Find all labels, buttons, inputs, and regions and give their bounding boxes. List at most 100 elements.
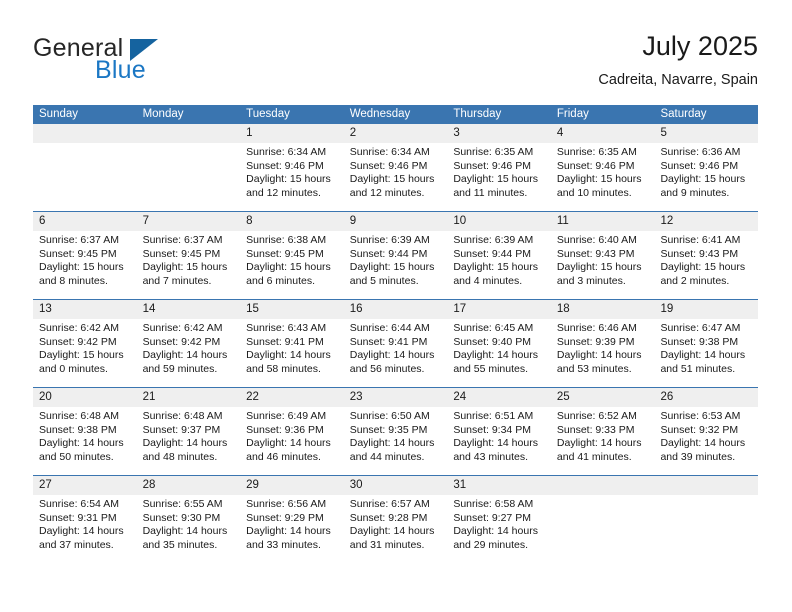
day-number[interactable]: 8 (240, 212, 344, 231)
day-sunset-text: Sunset: 9:41 PM (246, 335, 324, 348)
day-daylight-a-text: Daylight: 14 hours (453, 349, 538, 362)
day-sunrise-text: Sunrise: 6:42 AM (39, 322, 119, 334)
day-number[interactable]: 9 (344, 212, 448, 231)
weekday-header-friday: Friday (556, 108, 589, 120)
day-sunset-text: Sunset: 9:36 PM (246, 423, 324, 436)
day-sunrise-text: Sunrise: 6:54 AM (39, 498, 119, 510)
day-number[interactable]: 30 (344, 476, 448, 495)
day-number[interactable]: 24 (447, 388, 551, 407)
day-number[interactable]: 29 (240, 476, 344, 495)
day-sunset-text: Sunset: 9:42 PM (142, 335, 221, 348)
day-daylight-b-text: and 0 minutes. (39, 362, 108, 375)
day-number[interactable]: 15 (240, 300, 344, 319)
day-number[interactable]: 4 (551, 124, 655, 143)
day-body-strip: Sunrise: 6:48 AM Sunset: 9:38 PM Daylight:… (33, 407, 758, 475)
day-number[interactable]: 5 (654, 124, 758, 143)
day-number[interactable]: 11 (551, 212, 655, 231)
day-daylight-b-text: and 56 minutes. (349, 362, 425, 375)
weekday-header-wednesday: Wednesday (349, 108, 411, 120)
day-detail: Sunrise: 6:35 AM Sunset: 9:46 PM Daylight:… (447, 143, 551, 211)
day-number[interactable]: 19 (654, 300, 758, 319)
day-number[interactable]: 7 (137, 212, 241, 231)
day-number[interactable]: 13 (33, 300, 137, 319)
day-sunset-text: Sunset: 9:45 PM (246, 247, 324, 260)
day-number[interactable]: 21 (137, 388, 241, 407)
day-number[interactable]: 31 (447, 476, 551, 495)
weekday-header-row: Sunday Monday Tuesday Wednesday Thursday Frid… (33, 105, 758, 124)
day-daylight-a-text: Daylight: 14 hours (556, 437, 642, 450)
day-sunrise-text: Sunrise: 6:39 AM (349, 234, 430, 246)
day-sunrise-text: Sunrise: 6:50 AM (349, 410, 430, 422)
day-number[interactable]: 3 (447, 124, 551, 143)
day-sunset-text: Sunset: 9:42 PM (39, 335, 117, 348)
day-number[interactable]: 16 (344, 300, 448, 319)
weekday-header-tuesday: Tuesday (246, 108, 290, 120)
day-number[interactable]: 26 (654, 388, 758, 407)
general-blue-logo[interactable]: General Blue (33, 34, 253, 90)
day-daylight-a-text: Daylight: 15 hours (349, 173, 435, 186)
day-daylight-a-text: Daylight: 14 hours (660, 437, 746, 450)
day-number[interactable]: 10 (447, 212, 551, 231)
day-detail: Sunrise: 6:49 AM Sunset: 9:36 PM Daylight:… (240, 407, 344, 475)
day-sunset-text: Sunset: 9:46 PM (246, 159, 324, 172)
day-sunset-text: Sunset: 9:40 PM (453, 335, 531, 348)
day-number[interactable]: 23 (344, 388, 448, 407)
day-daylight-a-text: Daylight: 14 hours (453, 525, 538, 538)
day-number[interactable]: 17 (447, 300, 551, 319)
day-sunrise-text: Sunrise: 6:48 AM (39, 410, 119, 422)
day-number[interactable]: 20 (33, 388, 137, 407)
day-sunrise-text: Sunrise: 6:35 AM (556, 146, 637, 158)
day-number[interactable]: 1 (240, 124, 344, 143)
day-sunrise-text: Sunrise: 6:47 AM (660, 322, 741, 334)
day-sunrise-text: Sunrise: 6:48 AM (142, 410, 223, 422)
day-daylight-b-text: and 11 minutes. (453, 186, 528, 199)
day-number[interactable]: 12 (654, 212, 758, 231)
day-number[interactable]: 14 (137, 300, 241, 319)
calendar-table: Sunday Monday Tuesday Wednesday Thursday Frid… (33, 105, 758, 563)
day-number[interactable]: 2 (344, 124, 448, 143)
day-daylight-a-text: Daylight: 14 hours (660, 349, 746, 362)
day-daylight-b-text: and 2 minutes. (660, 274, 730, 287)
day-number-strip: 12345 (33, 124, 758, 143)
day-number[interactable]: 28 (137, 476, 241, 495)
day-daylight-b-text: and 59 minutes. (142, 362, 218, 375)
day-daylight-a-text: Daylight: 15 hours (246, 261, 331, 274)
day-sunset-text: Sunset: 9:43 PM (660, 247, 739, 260)
day-number[interactable]: 25 (551, 388, 655, 407)
day-sunset-text: Sunset: 9:45 PM (39, 247, 117, 260)
day-sunset-text: Sunset: 9:46 PM (453, 159, 531, 172)
day-detail: Sunrise: 6:34 AM Sunset: 9:46 PM Daylight:… (344, 143, 448, 211)
page-header: General Blue July 2025 Cadreita, Navarre… (33, 30, 758, 98)
day-daylight-b-text: and 9 minutes. (660, 186, 730, 199)
day-daylight-b-text: and 55 minutes. (453, 362, 529, 375)
day-daylight-a-text: Daylight: 15 hours (39, 261, 124, 274)
day-sunset-text: Sunset: 9:33 PM (556, 423, 635, 436)
day-daylight-a-text: Daylight: 14 hours (142, 437, 228, 450)
day-sunrise-text: Sunrise: 6:40 AM (556, 234, 637, 246)
day-sunset-text: Sunset: 9:38 PM (660, 335, 739, 348)
day-sunrise-text: Sunrise: 6:41 AM (660, 234, 741, 246)
title-block: July 2025 Cadreita, Navarre, Spain (598, 30, 758, 90)
day-number[interactable]: 18 (551, 300, 655, 319)
day-number-strip: 13 14 15 16 17 18 19 (33, 300, 758, 319)
day-number[interactable]: 6 (33, 212, 137, 231)
day-detail: Sunrise: 6:37 AM Sunset: 9:45 PM Daylight:… (137, 231, 241, 299)
day-daylight-a-text: Daylight: 14 hours (39, 437, 124, 450)
day-number[interactable]: 27 (33, 476, 137, 495)
day-body-strip: Sunrise: 6:37 AM Sunset: 9:45 PM Daylight:… (33, 231, 758, 299)
day-sunrise-text: Sunrise: 6:34 AM (246, 146, 327, 158)
day-detail: Sunrise: 6:43 AM Sunset: 9:41 PM Daylight:… (240, 319, 344, 387)
page-subtitle: Cadreita, Navarre, Spain (598, 72, 758, 88)
day-body-strip: Sunrise: 6:42 AM Sunset: 9:42 PM Daylight:… (33, 319, 758, 387)
day-daylight-b-text: and 31 minutes. (349, 538, 425, 551)
day-daylight-b-text: and 12 minutes. (246, 186, 321, 199)
day-detail: Sunrise: 6:48 AM Sunset: 9:38 PM Daylight:… (33, 407, 137, 475)
day-daylight-b-text: and 50 minutes. (39, 450, 114, 463)
day-sunset-text: Sunset: 9:29 PM (246, 511, 324, 524)
day-sunset-text: Sunset: 9:44 PM (349, 247, 428, 260)
day-daylight-b-text: and 51 minutes. (660, 362, 736, 375)
calendar-week-row: 13 14 15 16 17 18 19 Sunrise: 6:42 AM Sunset: 9:… (33, 299, 758, 387)
day-sunset-text: Sunset: 9:41 PM (349, 335, 428, 348)
day-number[interactable]: 22 (240, 388, 344, 407)
page-title: July 2025 (642, 31, 758, 61)
